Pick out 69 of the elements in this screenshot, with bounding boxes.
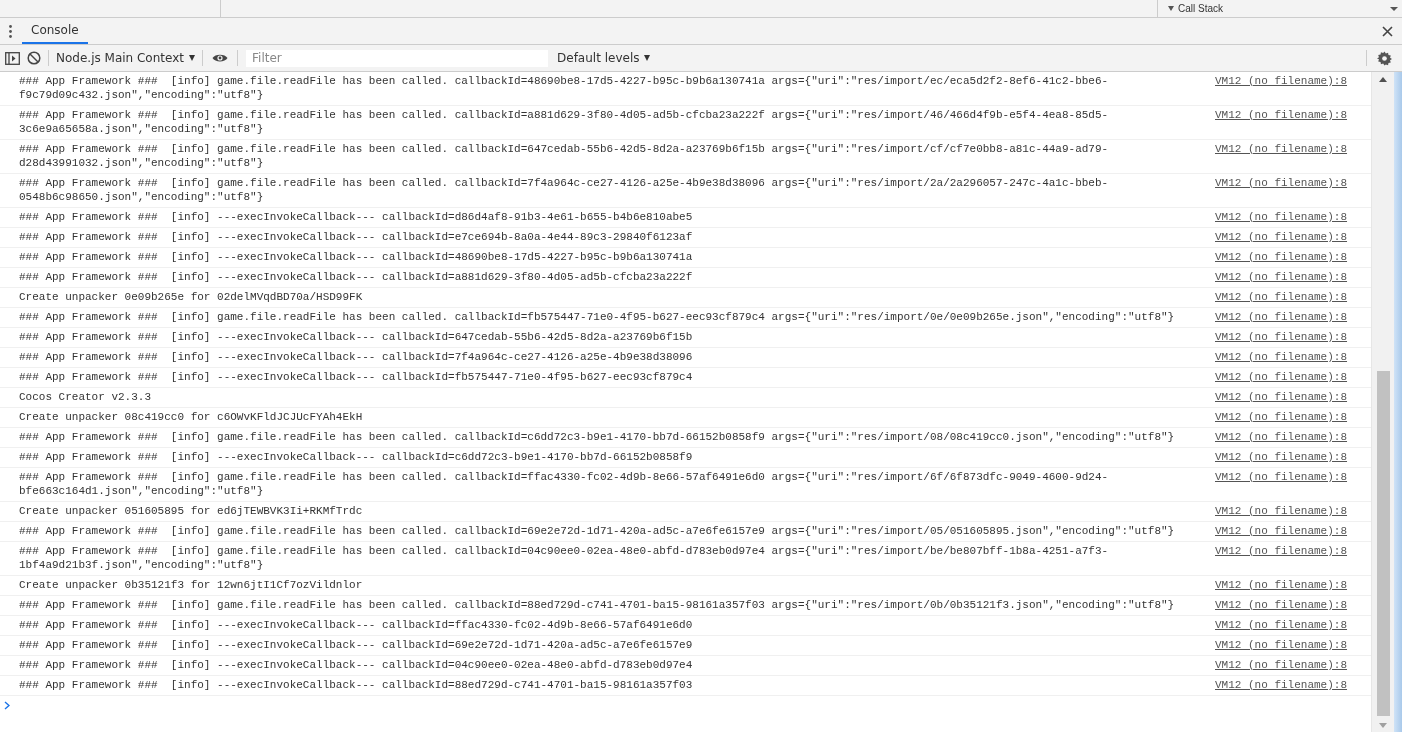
eye-icon[interactable] [212,53,228,63]
close-icon[interactable] [1381,25,1393,37]
log-message: ### App Framework ### [info] ---execInvokeCallback--- callbackId=48690be8-17d5-4227-b95c-b9b6a130741a [19,250,694,264]
log-message: ### App Framework ### [info] ---execInvokeCallback--- callbackId=fb575447-71e0-4f95-b627-eec93cf879c4 [19,370,694,384]
source-link[interactable]: VM12 (no filename):8 [1215,678,1348,692]
log-message: ### App Framework ### [info] ---execInvokeCallback--- callbackId=d86d4af8-91b3-4e61-b655-b4b6e810abe5 [19,210,694,224]
source-link[interactable]: VM12 (no filename):8 [1215,350,1348,364]
source-link[interactable]: VM12 (no filename):8 [1215,176,1348,204]
source-link[interactable]: VM12 (no filename):8 [1215,142,1348,170]
source-link[interactable]: VM12 (no filename):8 [1215,618,1348,632]
log-message: ### App Framework ### [info] ---execInvokeCallback--- callbackId=ffac4330-fc02-4d9b-8e66-57af6491e6d0 [19,618,694,632]
log-message: Create unpacker 08c419cc0 for c6OWvKFldJCJUcFYAh4EkH [19,410,364,424]
log-message: ### App Framework ### [info] game.file.readFile has been called. callbackId=88ed729d-c741-4701-ba15-98161a357f03 args={"uri":"res/import/0b/0b35121f3.json","encoding":"utf8"} [19,598,1176,612]
source-link[interactable]: VM12 (no filename):8 [1215,330,1348,344]
log-message: ### App Framework ### [info] game.file.readFile has been called. callbackId=04c90ee0-02ea-48e0-abfd-d783eb0d97e4 args={"uri":"res/import/be/be807bff-1b8a-4251-a7f3-1bf4a9d21b3f.json","encoding":"utf8"} [19,544,1110,572]
source-link[interactable]: VM12 (no filename):8 [1215,250,1348,264]
log-message: ### App Framework ### [info] ---execInvokeCallback--- callbackId=a881d629-3f80-4d05-ad5b-cfcba23a222f [19,270,694,284]
scroll-down-arrow-icon[interactable] [1390,6,1398,11]
prompt-chevron-icon [4,701,10,710]
log-message: ### App Framework ### [info] ---execInvokeCallback--- callbackId=647cedab-55b6-42d5-8d2a-a23769b6f15b [19,330,694,344]
source-link[interactable]: VM12 (no filename):8 [1215,430,1348,444]
source-link[interactable]: VM12 (no filename):8 [1215,290,1348,304]
log-message: ### App Framework ### [info] ---execInvokeCallback--- callbackId=88ed729d-c741-4701-ba15-98161a357f03 [19,678,694,692]
log-message: Create unpacker 051605895 for ed6jTEWBVK3Ii+RKMfTrdc [19,504,364,518]
log-message: ### App Framework ### [info] game.file.readFile has been called. callbackId=c6dd72c3-b9e1-4170-bb7d-66152b0858f9 args={"uri":"res/import/08/08c419cc0.json","encoding":"utf8"} [19,430,1176,444]
section-header[interactable]: Call Stack [1178,3,1223,14]
log-message: Create unpacker 0e09b265e for 02delMVqdBD70a/HSD99FK [19,290,364,304]
source-link[interactable]: VM12 (no filename):8 [1215,230,1348,244]
source-link[interactable]: VM12 (no filename):8 [1215,638,1348,652]
levels-dropdown[interactable]: Default levels [553,47,655,69]
source-link[interactable]: VM12 (no filename):8 [1215,450,1348,464]
log-message: ### App Framework ### [info] ---execInvokeCallback--- callbackId=e7ce694b-8a0a-4e44-89c3-29840f6123af [19,230,694,244]
expand-triangle-icon[interactable] [1168,6,1174,11]
source-link[interactable]: VM12 (no filename):8 [1215,524,1348,538]
source-link[interactable]: VM12 (no filename):8 [1215,544,1348,572]
log-message: Create unpacker 0b35121f3 for 12wn6jtI1Cf7ozVildnlor [19,578,364,592]
log-message: ### App Framework ### [info] ---execInvokeCallback--- callbackId=04c90ee0-02ea-48e0-abfd-d783eb0d97e4 [19,658,694,672]
log-message: ### App Framework ### [info] ---execInvokeCallback--- callbackId=69e2e72d-1d71-420a-ad5c-a7e6fe6157e9 [19,638,694,652]
log-message: ### App Framework ### [info] game.file.readFile has been called. callbackId=a881d629-3f80-4d05-ad5b-cfcba23a222f args={"uri":"res/import/46/466d4f9b-e5f4-4ea8-85d5-3c6e9a65658a.json","encoding":"utf8"} [19,108,1110,136]
source-link[interactable]: VM12 (no filename):8 [1215,210,1348,224]
source-link[interactable]: VM12 (no filename):8 [1215,310,1348,324]
source-link[interactable]: VM12 (no filename):8 [1215,270,1348,284]
source-link[interactable]: VM12 (no filename):8 [1215,74,1348,102]
scroll-up-arrow-icon[interactable] [1379,76,1387,82]
log-message: ### App Framework ### [info] game.file.readFile has been called. callbackId=69e2e72d-1d71-420a-ad5c-a7e6fe6157e9 args={"uri":"res/import/05/051605895.json","encoding":"utf8"} [19,524,1176,538]
log-message: ### App Framework ### [info] game.file.readFile has been called. callbackId=fb575447-71e0-4f95-b627-eec93cf879c4 args={"uri":"res/import/0e/0e09b265e.json","encoding":"utf8"} [19,310,1176,324]
source-link[interactable]: VM12 (no filename):8 [1215,410,1348,424]
sidebar-toggle-icon[interactable] [4,51,20,65]
source-link[interactable]: VM12 (no filename):8 [1215,470,1348,498]
scrollbar-thumb[interactable] [1376,371,1390,716]
log-message: ### App Framework ### [info] game.file.readFile has been called. callbackId=647cedab-55b6-42d5-8d2a-a23769b6f15b args={"uri":"res/import/cf/cf7e0bb8-a81c-44a9-ad79-d28d43991032.json","encoding":"utf8"} [19,142,1110,170]
settings-icon[interactable] [1376,50,1392,66]
source-link[interactable]: VM12 (no filename):8 [1215,658,1348,672]
context-dropdown[interactable]: Node.js Main Context [52,47,199,69]
source-link[interactable]: VM12 (no filename):8 [1215,108,1348,136]
log-message: ### App Framework ### [info] game.file.readFile has been called. callbackId=7f4a964c-ce27-4126-a25e-4b9e38d38096 args={"uri":"res/import/2a/2a296057-247c-4a1c-bbeb-0548b6c98650.json","encoding":"utf8"} [19,176,1110,204]
log-message: ### App Framework ### [info] game.file.readFile has been called. callbackId=ffac4330-fc02-4d9b-8e66-57af6491e6d0 args={"uri":"res/import/6f/6f873dfc-9049-4600-9d24-bfe663c164d1.json","encoding":"utf8"} [19,470,1110,498]
source-link[interactable]: VM12 (no filename):8 [1215,504,1348,518]
log-message: Cocos Creator v2.3.3 [19,390,153,404]
filter-field[interactable]: Filter [246,49,548,67]
log-message: ### App Framework ### [info] ---execInvokeCallback--- callbackId=c6dd72c3-b9e1-4170-bb7d-66152b0858f9 [19,450,694,464]
more-options-icon[interactable] [8,24,12,38]
clear-console-icon[interactable] [27,51,41,65]
source-link[interactable]: VM12 (no filename):8 [1215,598,1348,612]
log-message: ### App Framework ### [info] game.file.readFile has been called. callbackId=48690be8-17d5-4227-b95c-b9b6a130741a args={"uri":"res/import/ec/eca5d2f2-8ef6-41c2-bbe6-f9c79d09c432.json","encoding":"utf8"} [19,74,1110,102]
source-link[interactable]: VM12 (no filename):8 [1215,370,1348,384]
source-link[interactable]: VM12 (no filename):8 [1215,390,1348,404]
source-link[interactable]: VM12 (no filename):8 [1215,578,1348,592]
log-message: ### App Framework ### [info] ---execInvokeCallback--- callbackId=7f4a964c-ce27-4126-a25e-4b9e38d38096 [19,350,694,364]
